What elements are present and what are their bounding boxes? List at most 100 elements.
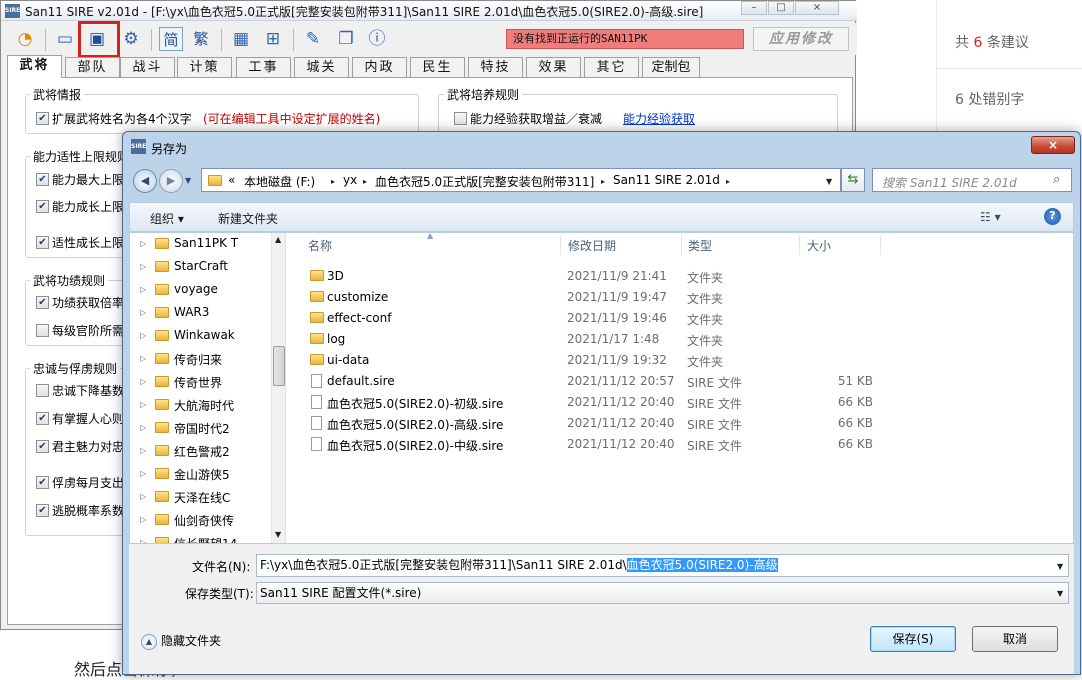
filename-dropdown-icon[interactable]: ▼ <box>1057 562 1063 571</box>
extend-name-checkbox[interactable]: ✔ <box>36 112 49 125</box>
expand-chevron-icon[interactable]: ▷ <box>140 262 146 271</box>
scroll-down-icon[interactable]: ▼ <box>275 530 281 539</box>
ability-growth-checkbox[interactable]: ✔ <box>36 200 49 213</box>
tab-zhandou[interactable]: 战斗 <box>120 57 175 77</box>
tab-dingzhibao[interactable]: 定制包 <box>642 57 700 77</box>
expand-chevron-icon[interactable]: ▷ <box>140 492 146 501</box>
expand-chevron-icon[interactable]: ▷ <box>140 423 146 432</box>
file-row[interactable]: default.sire 2021/11/12 20:57 SIRE 文件 51… <box>302 371 902 392</box>
minimize-button[interactable]: – <box>741 1 767 15</box>
address-bar[interactable]: « 本地磁盘 (F:) ▸ yx ▸ 血色衣冠5.0正式版[完整安装包附带311… <box>201 168 841 192</box>
hide-folders-toggle[interactable]: ▲隐藏文件夹 <box>141 632 221 650</box>
tree-item[interactable]: San11PK T <box>174 236 238 250</box>
suggestion-count[interactable]: 共 6 条建议 <box>955 32 1029 52</box>
organize-button[interactable]: 组织 ▾ <box>150 210 184 227</box>
help-icon[interactable]: ? <box>1044 208 1061 225</box>
search-box[interactable]: 搜索 San11 SIRE 2.01d ⌕ <box>872 168 1072 192</box>
tab-teji[interactable]: 特技 <box>468 57 523 77</box>
file-row[interactable]: 血色衣冠5.0(SIRE2.0)-高级.sire 2021/11/12 20:4… <box>302 413 902 434</box>
merit-rate-checkbox[interactable]: ✔ <box>36 296 49 309</box>
tree-item[interactable]: voyage <box>174 282 218 296</box>
expand-chevron-icon[interactable]: ▷ <box>140 400 146 409</box>
tree-item[interactable]: StarCraft <box>174 259 228 273</box>
tab-chengguan[interactable]: 城关 <box>294 57 349 77</box>
expand-chevron-icon[interactable]: ▷ <box>140 469 146 478</box>
expand-chevron-icon[interactable]: ▷ <box>140 538 146 543</box>
simplified-chinese-button[interactable]: 简 <box>159 27 183 51</box>
maximize-button[interactable]: □ <box>768 1 794 15</box>
breadcrumb-mod-folder[interactable]: 血色衣冠5.0正式版[完整安装包附带311] <box>375 173 594 190</box>
settings-icon[interactable]: ⚙ <box>119 27 143 51</box>
win-hearts-checkbox[interactable]: ✔ <box>36 412 49 425</box>
file-row[interactable]: 血色衣冠5.0(SIRE2.0)-初级.sire 2021/11/12 20:4… <box>302 392 902 413</box>
chevron-right-icon[interactable]: ▸ <box>601 177 605 186</box>
file-row[interactable]: log 2021/1/17 1:48 文件夹 <box>302 329 902 350</box>
aptitude-growth-checkbox[interactable]: ✔ <box>36 236 49 249</box>
tab-budui[interactable]: 部队 <box>65 57 120 77</box>
tab-neizheng[interactable]: 内政 <box>352 57 407 77</box>
san11-launch-icon[interactable]: ◔ <box>13 27 37 51</box>
tree-item[interactable]: WAR3 <box>174 305 209 319</box>
file-row[interactable]: 3D 2021/11/9 21:41 文件夹 <box>302 266 902 287</box>
expand-chevron-icon[interactable]: ▷ <box>140 354 146 363</box>
tree-item[interactable]: 天泽在线C <box>174 489 230 506</box>
file-row[interactable]: ui-data 2021/11/9 19:32 文件夹 <box>302 350 902 371</box>
lord-charisma-checkbox[interactable]: ✔ <box>36 440 49 453</box>
column-separator[interactable] <box>560 235 561 255</box>
expand-chevron-icon[interactable]: ▷ <box>140 377 146 386</box>
expand-chevron-icon[interactable]: ▷ <box>140 446 146 455</box>
file-row[interactable]: 血色衣冠5.0(SIRE2.0)-中级.sire 2021/11/12 20:4… <box>302 434 902 455</box>
copy-icon[interactable]: ❐ <box>334 27 358 51</box>
chevron-right-icon[interactable]: ▸ <box>363 177 367 186</box>
close-window-button[interactable]: × <box>795 1 839 15</box>
expand-chevron-icon[interactable]: ▷ <box>140 285 146 294</box>
breadcrumb-yx[interactable]: yx <box>343 173 357 187</box>
tree-item[interactable]: 大航海时代 <box>174 397 234 414</box>
history-dropdown-icon[interactable]: ▼ <box>185 176 191 185</box>
traditional-chinese-button[interactable]: 繁 <box>189 27 213 51</box>
tab-qita[interactable]: 其它 <box>584 57 639 77</box>
filetype-select[interactable]: San11 SIRE 配置文件(*.sire) <box>256 582 1069 604</box>
tree-scrollbar[interactable]: ▲ ▼ <box>271 233 286 543</box>
tab-minsheng[interactable]: 民生 <box>410 57 465 77</box>
column-separator[interactable] <box>880 235 881 255</box>
forward-arrow-icon[interactable]: ▶ <box>159 169 183 193</box>
windows-icon[interactable]: ⊞ <box>261 27 285 51</box>
tree-item[interactable]: 金山游侠5 <box>174 466 230 483</box>
column-separator[interactable] <box>799 235 800 255</box>
expand-chevron-icon[interactable]: ▷ <box>140 308 146 317</box>
tab-wujiang[interactable]: 武将 <box>7 55 62 78</box>
breadcrumb-sire-folder[interactable]: San11 SIRE 2.01d <box>613 173 720 187</box>
column-name[interactable]: 名称 <box>308 237 332 254</box>
tree-item[interactable]: Winkawak <box>174 328 235 342</box>
column-separator[interactable] <box>681 235 682 255</box>
dialog-close-button[interactable]: × <box>1031 136 1075 154</box>
scroll-up-icon[interactable]: ▲ <box>275 235 281 244</box>
back-arrow-icon[interactable]: ◀ <box>133 169 157 193</box>
view-options-icon[interactable]: ☷ ▾ <box>980 210 1001 224</box>
search-icon[interactable]: ⌕ <box>1053 172 1060 187</box>
expand-chevron-icon[interactable]: ▷ <box>140 239 146 248</box>
scrollbar-thumb[interactable] <box>273 346 285 386</box>
column-size[interactable]: 大小 <box>807 237 831 254</box>
exp-gain-checkbox[interactable] <box>454 112 467 125</box>
file-row[interactable]: effect-conf 2021/11/9 19:46 文件夹 <box>302 308 902 329</box>
typo-count[interactable]: 6 处错别字 <box>955 89 1024 109</box>
tab-gongshi[interactable]: 工事 <box>236 57 291 77</box>
tree-item[interactable]: 传奇世界 <box>174 374 222 391</box>
escape-rate-checkbox[interactable]: ✔ <box>36 504 49 517</box>
address-dropdown-icon[interactable]: ▼ <box>826 177 832 186</box>
rank-required-checkbox[interactable] <box>36 324 49 337</box>
chevron-right-icon[interactable]: ▸ <box>726 177 730 186</box>
cancel-button[interactable]: 取消 <box>972 626 1058 652</box>
column-type[interactable]: 类型 <box>688 237 712 254</box>
breadcrumb-drive[interactable]: 本地磁盘 (F:) <box>244 173 315 190</box>
tree-item[interactable]: 传奇归来 <box>174 351 222 368</box>
new-folder-button[interactable]: 新建文件夹 <box>218 210 278 227</box>
edit-pen-icon[interactable]: ✎ <box>301 27 325 51</box>
expand-chevron-icon[interactable]: ▷ <box>140 515 146 524</box>
open-folder-icon[interactable]: ▭ <box>53 27 77 51</box>
loyalty-drop-checkbox[interactable] <box>36 384 49 397</box>
exp-gain-link[interactable]: 能力经验获取 <box>623 110 695 127</box>
breadcrumb-overflow[interactable]: « <box>228 173 235 187</box>
